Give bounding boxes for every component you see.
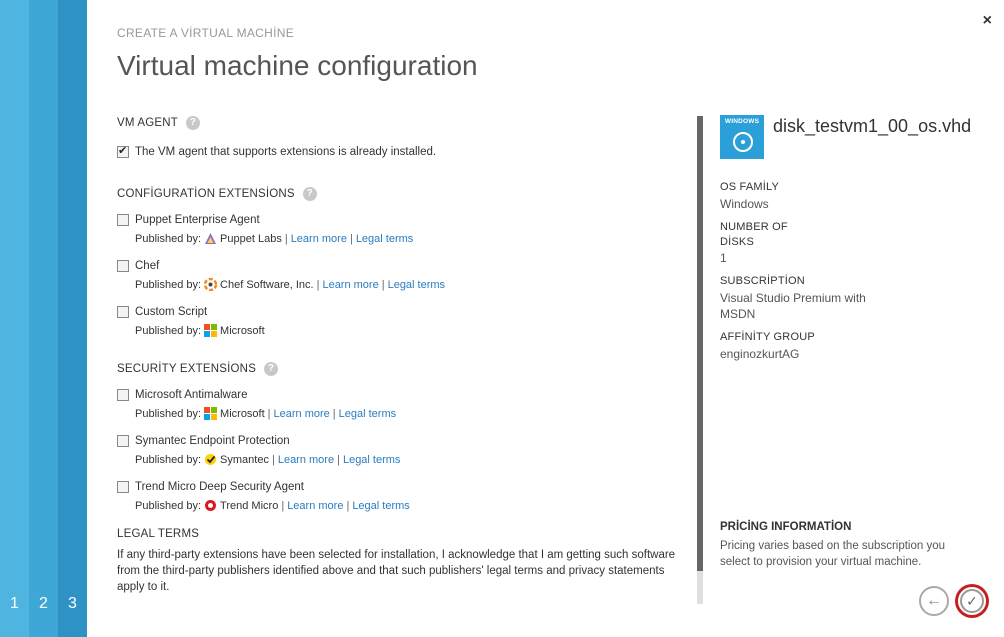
publisher-name: Puppet Labs	[220, 232, 282, 245]
wizard-steps: 1 2 3	[0, 0, 87, 637]
custom-script-checkbox-row[interactable]: Custom Script	[117, 306, 207, 318]
vm-agent-checkbox-row[interactable]: The VM agent that supports extensions is…	[117, 144, 437, 158]
learn-more-link[interactable]: Learn more	[322, 279, 378, 291]
step-3-number: 3	[68, 595, 77, 612]
legal-terms-link[interactable]: Legal terms	[339, 408, 396, 420]
step-1[interactable]: 1	[0, 0, 29, 637]
publisher-name: Trend Micro	[220, 499, 279, 512]
vm-agent-checkbox-label: The VM agent that supports extensions is…	[135, 146, 437, 158]
custom-script-publisher-line: Published by: Microsoft	[135, 324, 265, 337]
legal-terms-link[interactable]: Legal terms	[343, 454, 400, 466]
symantec-label: Symantec Endpoint Protection	[135, 435, 290, 447]
complete-button[interactable]: ✓	[956, 585, 988, 617]
subscription-value-2: MSDN	[720, 307, 756, 321]
publisher-name: Chef Software, Inc.	[220, 278, 314, 291]
legal-terms-link[interactable]: Legal terms	[352, 500, 409, 512]
config-extensions-heading-text: CONFİGURATİON EXTENSİONS	[117, 188, 295, 200]
trend-micro-checkbox[interactable]	[117, 481, 129, 493]
legal-terms-heading: LEGAL TERMS	[117, 528, 200, 540]
windows-disk-icon-label: WINDOWS	[724, 118, 760, 125]
close-icon[interactable]: ×	[983, 12, 992, 30]
learn-more-link[interactable]: Learn more	[278, 454, 334, 466]
publisher-name: Symantec	[220, 453, 269, 466]
config-extensions-heading: CONFİGURATİON EXTENSİONS ?	[117, 187, 317, 201]
disk-name: disk_testvm1_00_os.vhd	[773, 116, 972, 136]
microsoft-logo-icon	[204, 407, 218, 420]
subscription-value-1: Visual Studio Premium with	[720, 291, 866, 305]
puppet-checkbox-row[interactable]: Puppet Enterprise Agent	[117, 214, 260, 226]
published-by-label: Published by:	[135, 232, 202, 245]
publisher-name: Microsoft	[220, 324, 265, 337]
chef-checkbox[interactable]	[117, 260, 129, 272]
symantec-checkbox[interactable]	[117, 435, 129, 447]
vm-agent-checkbox[interactable]	[117, 144, 129, 158]
puppet-labs-logo-icon	[205, 233, 217, 244]
trend-micro-publisher-line: Published by: Trend Micro | Learn more |…	[135, 499, 410, 512]
wizard-breadcrumb: CREATE A VİRTUAL MACHİNE	[117, 26, 295, 40]
pricing-text: Pricing varies based on the subscription…	[720, 540, 946, 568]
chef-logo-icon	[204, 278, 218, 291]
pricing-heading: PRİCİNG INFORMATİON	[720, 521, 852, 533]
custom-script-label: Custom Script	[135, 306, 208, 318]
published-by-label: Published by:	[135, 407, 202, 420]
os-family-value: Windows	[720, 197, 769, 211]
security-extensions-heading: SECURİTY EXTENSİONS ?	[117, 362, 279, 376]
step-2[interactable]: 2	[29, 0, 58, 637]
page-title: Virtual machine configuration	[117, 50, 478, 81]
step-2-number: 2	[39, 595, 48, 612]
chef-checkbox-row[interactable]: Chef	[117, 260, 159, 272]
learn-more-link[interactable]: Learn more	[287, 500, 343, 512]
help-icon[interactable]: ?	[302, 187, 317, 201]
puppet-label: Puppet Enterprise Agent	[135, 214, 260, 226]
custom-script-checkbox[interactable]	[117, 306, 129, 318]
published-by-label: Published by:	[135, 499, 202, 512]
chef-publisher-line: Published by: Chef Software, Inc. | Lear…	[135, 278, 446, 291]
symantec-checkbox-row[interactable]: Symantec Endpoint Protection	[117, 435, 290, 447]
affinity-group-label: AFFİNİTY GROUP	[720, 331, 815, 343]
microsoft-logo-icon	[204, 324, 218, 337]
symantec-publisher-line: Published by: Symantec | Learn more | Le…	[135, 453, 401, 466]
scrollbar[interactable]	[697, 116, 703, 604]
puppet-publisher-line: Published by: Puppet Labs | Learn more |…	[135, 232, 414, 245]
security-extensions-heading-text: SECURİTY EXTENSİONS	[117, 363, 257, 375]
step-1-number: 1	[10, 595, 19, 612]
published-by-label: Published by:	[135, 453, 202, 466]
subscription-label: SUBSCRİPTİON	[720, 275, 805, 287]
legal-terms-link[interactable]: Legal terms	[388, 279, 445, 291]
windows-disk-icon: WINDOWS	[720, 115, 764, 159]
puppet-checkbox[interactable]	[117, 214, 129, 226]
checkmark-icon: ✓	[966, 592, 978, 609]
affinity-group-value: enginozkurtAG	[720, 347, 800, 361]
step-3[interactable]: 3	[58, 0, 87, 637]
trend-micro-logo-icon	[205, 500, 217, 511]
number-of-disks-value: 1	[720, 251, 727, 265]
trend-micro-label: Trend Micro Deep Security Agent	[135, 481, 304, 493]
number-of-disks-label-2: DİSKS	[720, 236, 755, 248]
symantec-logo-icon	[205, 454, 217, 465]
antimalware-label: Microsoft Antimalware	[135, 389, 248, 401]
vm-agent-heading-text: VM AGENT	[117, 117, 179, 129]
published-by-label: Published by:	[135, 278, 202, 291]
help-icon[interactable]: ?	[264, 362, 279, 376]
number-of-disks-label-1: NUMBER OF	[720, 221, 788, 233]
legal-terms-link[interactable]: Legal terms	[356, 233, 413, 245]
arrow-left-icon: ←	[926, 592, 942, 609]
learn-more-link[interactable]: Learn more	[291, 233, 347, 245]
antimalware-checkbox-row[interactable]: Microsoft Antimalware	[117, 389, 247, 401]
legal-terms-text: If any third-party extensions have been …	[117, 549, 676, 593]
publisher-name: Microsoft	[220, 407, 265, 420]
back-button[interactable]: ←	[919, 586, 949, 616]
chef-label: Chef	[135, 260, 160, 272]
scrollbar-thumb[interactable]	[697, 116, 703, 571]
antimalware-publisher-line: Published by: Microsoft | Learn more | L…	[135, 407, 397, 420]
vm-agent-heading: VM AGENT ?	[117, 116, 201, 130]
published-by-label: Published by:	[135, 324, 202, 337]
os-family-label: OS FAMİLY	[720, 181, 780, 193]
learn-more-link[interactable]: Learn more	[274, 408, 330, 420]
trend-micro-checkbox-row[interactable]: Trend Micro Deep Security Agent	[117, 481, 304, 493]
antimalware-checkbox[interactable]	[117, 389, 129, 401]
help-icon[interactable]: ?	[186, 116, 201, 130]
